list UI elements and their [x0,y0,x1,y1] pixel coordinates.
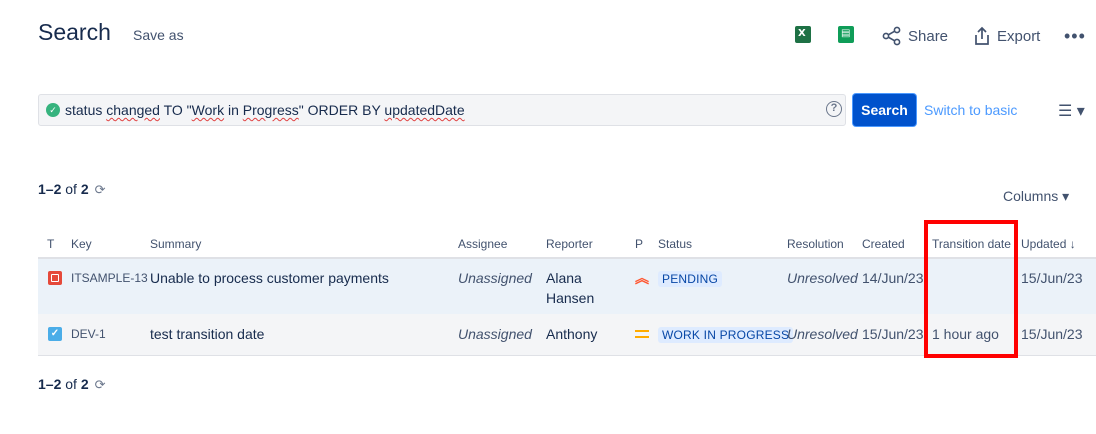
results-count-bottom: 1–2 of 2 ⟳ [38,376,106,392]
results-count: 1–2 of 2 ⟳ [38,181,106,197]
issue-summary-link[interactable]: test transition date [150,326,264,342]
more-actions-button[interactable]: ••• [1064,26,1086,47]
priority-high-icon: ︽ [635,270,649,286]
column-header-resolution[interactable]: Resolution [787,237,844,251]
share-icon [882,26,901,46]
excel-icon[interactable]: X [795,26,811,43]
column-header-status[interactable]: Status [658,237,692,251]
created-cell: 15/Jun/23 [862,326,924,342]
switch-to-basic-link[interactable]: Switch to basic [924,102,1017,118]
updated-cell: 15/Jun/23 [1021,326,1083,342]
column-header-type[interactable]: T [47,237,54,251]
resolution-cell: Unresolved [787,270,858,286]
assignee-cell: Unassigned [458,270,532,286]
jql-query-text: status changed TO "Work in Progress" ORD… [65,102,465,118]
highlight-annotation-box [924,220,1018,358]
created-cell: 14/Jun/23 [862,270,924,286]
status-badge: WORK IN PROGRESS [658,326,794,344]
share-label: Share [908,27,949,45]
reporter-cell: Anthony [546,326,598,342]
task-type-icon: ✓ [48,327,62,341]
export-label: Export [997,27,1041,45]
issue-key-link[interactable]: DEV-1 [71,327,106,341]
save-as-button[interactable]: Save as [133,27,184,43]
status-badge: PENDING [658,270,723,288]
share-button[interactable]: Share [882,26,948,46]
export-icon [975,26,989,45]
column-header-reporter[interactable]: Reporter [546,237,593,251]
issue-key-link[interactable]: ITSAMPLE-13 [71,271,148,285]
help-icon[interactable]: ? [826,101,842,117]
google-sheets-icon[interactable]: ▤ [838,26,854,43]
reporter-cell-line2: Hansen [546,290,595,306]
search-button[interactable]: Search [853,94,916,126]
columns-button[interactable]: Columns ▾ [1003,188,1069,205]
reporter-cell: Alana [546,270,582,286]
assignee-cell: Unassigned [458,326,532,342]
sort-descending-icon: ↓ [1069,237,1076,251]
valid-check-icon: ✓ [46,103,60,117]
column-header-created[interactable]: Created [862,237,905,251]
refresh-icon[interactable]: ⟳ [95,377,106,392]
list-view-menu-icon[interactable]: ☰ ▾ [1058,101,1085,121]
column-header-key[interactable]: Key [71,237,92,251]
column-header-assignee[interactable]: Assignee [458,237,507,251]
priority-medium-icon [635,330,649,338]
refresh-icon[interactable]: ⟳ [95,182,106,197]
incident-type-icon [48,271,62,285]
column-header-updated[interactable]: Updated ↓ [1021,237,1076,251]
resolution-cell: Unresolved [787,326,858,342]
page-title: Search [38,19,111,45]
jql-query-input[interactable]: ✓ status changed TO "Work in Progress" O… [38,94,846,126]
updated-cell: 15/Jun/23 [1021,270,1083,286]
issue-summary-link[interactable]: Unable to process customer payments [150,270,389,286]
export-button[interactable]: Export [973,26,1040,46]
column-header-summary[interactable]: Summary [150,237,201,251]
column-header-priority[interactable]: P [635,237,643,251]
